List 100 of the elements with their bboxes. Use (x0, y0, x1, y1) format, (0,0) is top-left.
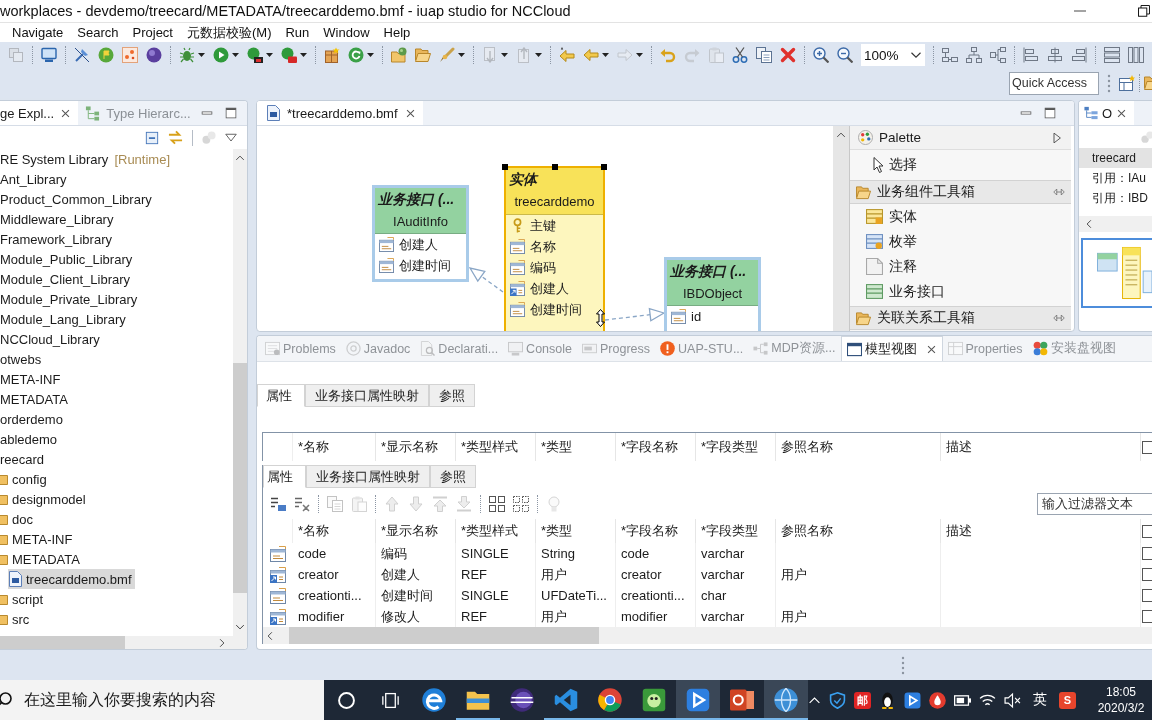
tree-item[interactable]: Module_Public_Library (0, 249, 136, 269)
view-tab[interactable]: 模型视图 (840, 336, 943, 361)
tree-item[interactable]: otwebs (0, 349, 45, 369)
vertical-scrollbar[interactable] (233, 149, 247, 636)
class-box[interactable]: 实体 treecarddemo 主键 名称 编码 创建人 创建时间 (504, 166, 605, 331)
tree-item[interactable]: script (0, 589, 47, 609)
palette-drawer[interactable]: 关联关系工具箱 (850, 306, 1071, 330)
column-header[interactable]: *字段类型 (696, 433, 776, 461)
palette-tool[interactable]: 选择 (850, 152, 1071, 178)
selection-handle-icon[interactable] (601, 164, 607, 170)
zoom-combo[interactable]: 100% (861, 44, 925, 66)
speaker-icon[interactable] (1004, 691, 1021, 709)
maximize-icon[interactable] (1044, 107, 1056, 119)
tree-item[interactable]: Middleware_Library (0, 209, 117, 229)
task-view-icon[interactable] (381, 691, 399, 709)
search-field[interactable]: 在这里输入你要搜索的内容 (24, 685, 324, 715)
palette-item[interactable]: 实体 (850, 204, 1071, 229)
tree-item[interactable]: Module_Private_Library (0, 289, 141, 309)
menu-item[interactable]: Help (376, 25, 418, 40)
penguin-icon[interactable] (879, 691, 896, 709)
quick-access-field[interactable]: Quick Access (1009, 71, 1099, 95)
tree-item[interactable]: src (0, 609, 33, 629)
shield-icon[interactable] (829, 691, 846, 709)
column-header[interactable]: *字段名称 (616, 519, 696, 543)
expand-triangle-icon[interactable] (1051, 131, 1063, 144)
outline-item[interactable]: treecard (1079, 148, 1152, 168)
editor-tab[interactable]: *treecarddemo.bmf (257, 101, 423, 125)
selection-handle-icon[interactable] (551, 164, 558, 170)
sub-tab[interactable]: 属性 (257, 384, 305, 407)
view-menu-icon[interactable] (225, 131, 237, 144)
palette-item[interactable]: 枚举 (850, 229, 1071, 254)
view-tab[interactable]: ge Expl... (0, 101, 79, 125)
close-icon[interactable] (404, 107, 416, 119)
outline-item[interactable]: 引用：IBD (1079, 188, 1152, 208)
view-tab[interactable]: O (1079, 101, 1135, 125)
column-header[interactable]: *显示名称 (376, 433, 456, 461)
scrollbar-thumb[interactable] (289, 627, 599, 644)
filter-field[interactable]: 输入过滤器文本 (1037, 492, 1152, 515)
search-box[interactable]: 在这里输入你要搜索的内容 (0, 680, 324, 720)
selection-handle-icon[interactable] (502, 164, 508, 170)
column-header[interactable]: *类型 (536, 433, 616, 461)
palette-item[interactable]: 注释 (850, 254, 1071, 279)
tree-item[interactable]: doc (0, 509, 36, 529)
chevron-down-icon[interactable] (235, 622, 245, 632)
tree-item[interactable]: treecarddemo.bmf (8, 569, 135, 589)
menu-item[interactable]: Run (278, 25, 317, 40)
tree-item[interactable]: RE System Library [Runtime] (0, 149, 173, 169)
column-header[interactable]: *显示名称 (376, 519, 456, 543)
scrollbar-thumb[interactable] (0, 636, 125, 649)
column-header[interactable]: 参照名称 (776, 433, 941, 461)
tree-item[interactable]: config (0, 469, 50, 489)
sub-tab[interactable]: 参照 (430, 465, 476, 488)
input-language[interactable]: 英 (1029, 691, 1051, 709)
class-box[interactable]: 业务接口 (... IBDObject id (664, 257, 761, 331)
class-box[interactable]: 业务接口 (... IAuditInfo 创建人 创建时间 (372, 185, 469, 282)
sub-tab[interactable]: 业务接口属性映射 (305, 384, 429, 407)
checkbox[interactable] (1142, 568, 1152, 581)
checkbox[interactable] (1142, 547, 1152, 560)
tree-item[interactable]: Product_Common_Library (0, 189, 155, 209)
column-header[interactable]: 描述 (941, 519, 1141, 543)
restore-icon[interactable] (1138, 5, 1150, 17)
tree-item[interactable]: NCCloud_Library (0, 329, 103, 349)
sub-tab[interactable]: 参照 (429, 384, 475, 407)
column-header[interactable]: *类型样式 (456, 433, 536, 461)
horizontal-scrollbar[interactable] (263, 627, 1152, 644)
column-header[interactable]: 参照名称 (776, 519, 941, 543)
checkbox-icon[interactable] (1142, 524, 1152, 538)
tree-item[interactable]: Module_Lang_Library (0, 309, 129, 329)
menu-item[interactable]: Project (125, 25, 180, 40)
collapse-toggle-icon[interactable] (1053, 187, 1065, 197)
palette-drawer[interactable]: 业务组件工具箱 (850, 180, 1071, 204)
chevron-left-icon[interactable] (265, 630, 275, 641)
close-icon[interactable] (60, 107, 72, 119)
link-arrows-icon[interactable] (168, 130, 183, 145)
tree-item[interactable]: Framework_Library (0, 229, 115, 249)
tree-item[interactable]: Module_Client_Library (0, 269, 134, 289)
taskbar-button[interactable] (676, 680, 720, 720)
minimap[interactable] (1081, 238, 1152, 308)
column-header[interactable]: *名称 (293, 519, 376, 543)
close-icon[interactable] (925, 343, 937, 355)
menu-item[interactable]: Window (316, 25, 377, 40)
palette-header[interactable]: Palette (850, 126, 1071, 150)
chevron-left-icon[interactable] (1084, 219, 1094, 229)
menu-item[interactable]: 元数据校验(M) (180, 23, 279, 42)
horizontal-scrollbar[interactable] (1079, 216, 1152, 232)
drop-icon[interactable] (929, 691, 946, 709)
collapse-toggle-icon[interactable] (1053, 313, 1065, 323)
folder-icon[interactable] (1144, 75, 1152, 91)
tree-item[interactable]: META-INF (0, 529, 76, 549)
chevron-up-icon[interactable] (836, 130, 846, 140)
tree-item[interactable]: METADATA (0, 549, 83, 569)
chevron-up-icon[interactable] (235, 153, 245, 163)
tree-item[interactable]: META-INF (0, 369, 64, 389)
column-header[interactable]: 描述 (941, 433, 1141, 461)
column-header[interactable]: *字段类型 (696, 519, 776, 543)
tree-item[interactable]: METADATA (0, 389, 71, 409)
checkbox[interactable] (1142, 610, 1152, 623)
maximize-icon[interactable] (225, 107, 237, 119)
taskbar-button[interactable] (764, 680, 808, 720)
checkbox-icon[interactable] (1142, 440, 1152, 454)
